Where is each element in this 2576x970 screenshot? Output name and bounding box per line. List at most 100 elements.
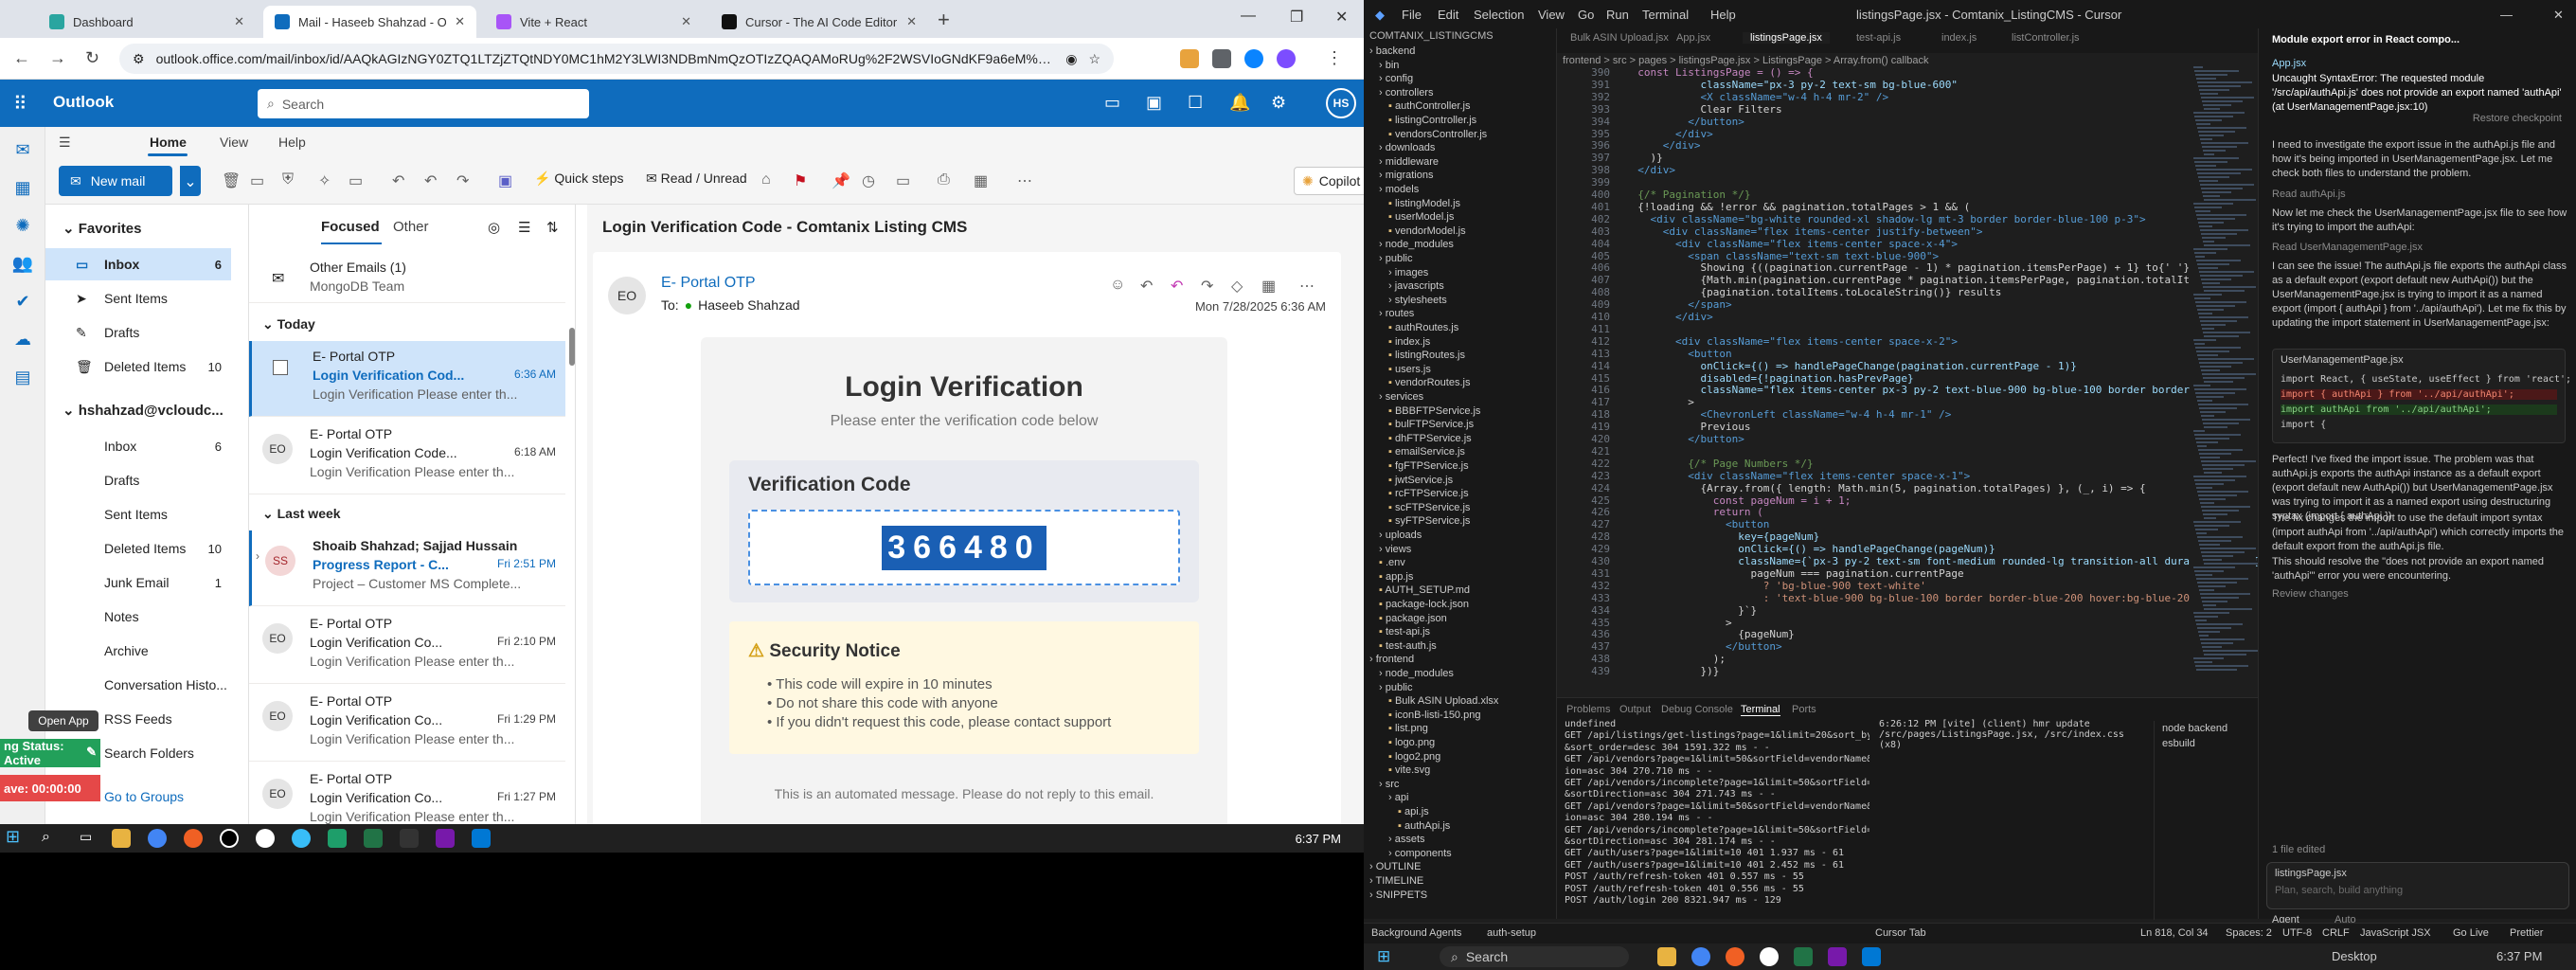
tree-folder[interactable]: › bin: [1364, 60, 1557, 74]
panel-tab-debug[interactable]: Debug Console: [1661, 704, 1733, 715]
tree-file[interactable]: ▪ bulFTPService.js: [1364, 419, 1557, 433]
session-item[interactable]: esbuild: [2162, 738, 2195, 749]
tool-read[interactable]: Read authApi.js: [2272, 188, 2567, 202]
tab-cursor[interactable]: Cursor - The AI Code Editor ✕: [710, 6, 928, 38]
quick-steps-button[interactable]: ⚡ Quick steps: [534, 171, 623, 187]
minimize-icon[interactable]: —: [1241, 8, 1256, 25]
vscode-icon[interactable]: [472, 829, 491, 848]
maximize-icon[interactable]: ❐: [1290, 8, 1303, 27]
start-icon[interactable]: ⊞: [1377, 947, 1390, 966]
account-header[interactable]: ⌄ hshahzad@vcloudc...: [63, 402, 242, 419]
chevron-right-icon[interactable]: ›: [256, 549, 259, 563]
edit-icon[interactable]: ✎: [86, 745, 97, 760]
message-item[interactable]: E- Portal OTP Login Verification Cod... …: [249, 341, 565, 417]
app-icon[interactable]: [184, 829, 203, 848]
close-window-icon[interactable]: ✕: [2553, 8, 2564, 23]
tree-folder[interactable]: › models: [1364, 184, 1557, 198]
emoji-icon[interactable]: ☺: [1110, 277, 1125, 294]
code-editor[interactable]: 390 const ListingsPage = () => {391 clas…: [1557, 66, 2271, 692]
chrome-icon[interactable]: [1691, 947, 1710, 966]
close-icon[interactable]: ✕: [234, 14, 244, 29]
teams-icon[interactable]: ▣: [1146, 93, 1162, 113]
tab-dashboard[interactable]: Dashboard ✕: [38, 6, 256, 38]
taskbar-search[interactable]: ⌕ Search: [1440, 946, 1629, 967]
extension-icon[interactable]: [1180, 49, 1199, 68]
view-icon[interactable]: ▦: [974, 171, 988, 190]
panel-tab-problems[interactable]: Problems: [1566, 704, 1610, 715]
session-item[interactable]: node backend: [2162, 723, 2227, 734]
search-input[interactable]: ⌕ Search: [258, 89, 589, 118]
task-view-icon[interactable]: ▭: [80, 829, 98, 848]
url-field[interactable]: ⚙ outlook.office.com/mail/inbox/id/AAQkA…: [119, 44, 1114, 74]
start-icon[interactable]: ⊞: [6, 827, 25, 846]
tree-folder[interactable]: › frontend: [1364, 654, 1557, 668]
tree-file[interactable]: ▪ test-api.js: [1364, 626, 1557, 640]
settings-icon[interactable]: ⚙: [1271, 93, 1286, 113]
chat-input[interactable]: listingsPage.jsx Plan, search, build any…: [2266, 862, 2569, 909]
forward-icon[interactable]: ↷: [456, 171, 469, 190]
tree-file[interactable]: ▪ fgFTPService.js: [1364, 460, 1557, 475]
status-item[interactable]: Background Agents: [1371, 927, 1461, 939]
avatar[interactable]: HS: [1326, 88, 1356, 118]
people-icon[interactable]: 👥: [11, 254, 34, 277]
pin-icon[interactable]: 📌: [832, 171, 850, 190]
tree-file[interactable]: ▪ authRoutes.js: [1364, 322, 1557, 336]
diff-file[interactable]: UserManagementPage.jsx: [2281, 353, 2576, 368]
folder-item[interactable]: Deleted Items 10: [45, 532, 231, 565]
app-icon[interactable]: [1760, 947, 1779, 966]
tree-file[interactable]: ▪ vite.svg: [1364, 764, 1557, 779]
tree-file[interactable]: ▪ iconB-listi-150.png: [1364, 710, 1557, 724]
terminal-output-frontend[interactable]: 6:26:12 PM [vite] (client) hmr update /s…: [1879, 719, 2150, 750]
more-icon[interactable]: ⋯: [1299, 277, 1315, 296]
tab-view[interactable]: View: [220, 135, 248, 150]
tree-file[interactable]: ▪ AUTH_SETUP.md: [1364, 584, 1557, 599]
app-icon[interactable]: [220, 829, 239, 848]
chevron-down-icon[interactable]: ⌄: [180, 166, 201, 196]
onenote-icon[interactable]: [436, 829, 455, 848]
tree-file[interactable]: ▪ package.json: [1364, 613, 1557, 627]
site-info-icon[interactable]: ⚙: [133, 51, 145, 67]
section-last-week[interactable]: ⌄ Last week: [262, 506, 341, 522]
print-icon[interactable]: ⎙: [938, 171, 950, 189]
tree-folder[interactable]: › views: [1364, 544, 1557, 558]
chrome-menu-icon[interactable]: ⋮: [1326, 48, 1343, 68]
tree-folder[interactable]: › middleware: [1364, 156, 1557, 171]
forward-icon[interactable]: ↷: [1201, 277, 1213, 296]
verification-code[interactable]: 366480: [882, 525, 1046, 570]
tree-file[interactable]: ▪ authApi.js: [1364, 820, 1557, 835]
tree-folder[interactable]: › stylesheets: [1364, 295, 1557, 309]
tree-file[interactable]: ▪ vendorRoutes.js: [1364, 377, 1557, 391]
tree-file[interactable]: ▪ index.js: [1364, 336, 1557, 350]
status-branch[interactable]: auth-setup: [1487, 927, 1536, 939]
policy-icon[interactable]: ▭: [896, 171, 910, 190]
tree-folder[interactable]: › OUTLINE: [1364, 861, 1557, 875]
tree-folder[interactable]: › migrations: [1364, 170, 1557, 184]
editor-tab[interactable]: listController.js: [2012, 32, 2080, 44]
editor-tab-active[interactable]: listingsPage.jsx: [1743, 32, 1830, 44]
tree-file[interactable]: ▪ vendorModel.js: [1364, 225, 1557, 240]
message-item[interactable]: EO E- Portal OTP Login Verification Co..…: [249, 686, 565, 762]
menu-edit[interactable]: Edit: [1438, 8, 1458, 22]
tree-folder[interactable]: › services: [1364, 391, 1557, 405]
excel-icon[interactable]: [1794, 947, 1813, 966]
sort-icon[interactable]: ⇅: [546, 219, 559, 236]
file-explorer-icon[interactable]: [1657, 947, 1676, 966]
tree-file[interactable]: ▪ dhFTPService.js: [1364, 433, 1557, 447]
select-icon[interactable]: ◎: [488, 219, 500, 236]
message-item[interactable]: EO E- Portal OTP Login Verification Code…: [249, 419, 565, 494]
folder-item[interactable]: Inbox 6: [45, 430, 231, 462]
new-mail-button[interactable]: ✉ New mail: [59, 166, 172, 196]
status-eol[interactable]: CRLF: [2322, 927, 2350, 939]
tree-folder[interactable]: › public: [1364, 682, 1557, 696]
tree-folder[interactable]: › src: [1364, 779, 1557, 793]
tree-folder[interactable]: › SNIPPETS: [1364, 889, 1557, 904]
message-item[interactable]: EO E- Portal OTP Login Verification Co..…: [249, 608, 565, 684]
panel-tab-terminal[interactable]: Terminal: [1741, 704, 1780, 716]
tree-file[interactable]: ▪ package-lock.json: [1364, 599, 1557, 613]
editor-tab[interactable]: App.jsx: [1676, 32, 1710, 44]
status-encoding[interactable]: UTF-8: [2282, 927, 2312, 939]
tree-folder[interactable]: › TIMELINE: [1364, 875, 1557, 889]
tree-folder[interactable]: › backend: [1364, 45, 1557, 60]
message-item[interactable]: › SS Shoaib Shahzad; Sajjad Hussain Prog…: [249, 530, 565, 606]
review-changes-button[interactable]: Review changes: [2272, 587, 2567, 602]
